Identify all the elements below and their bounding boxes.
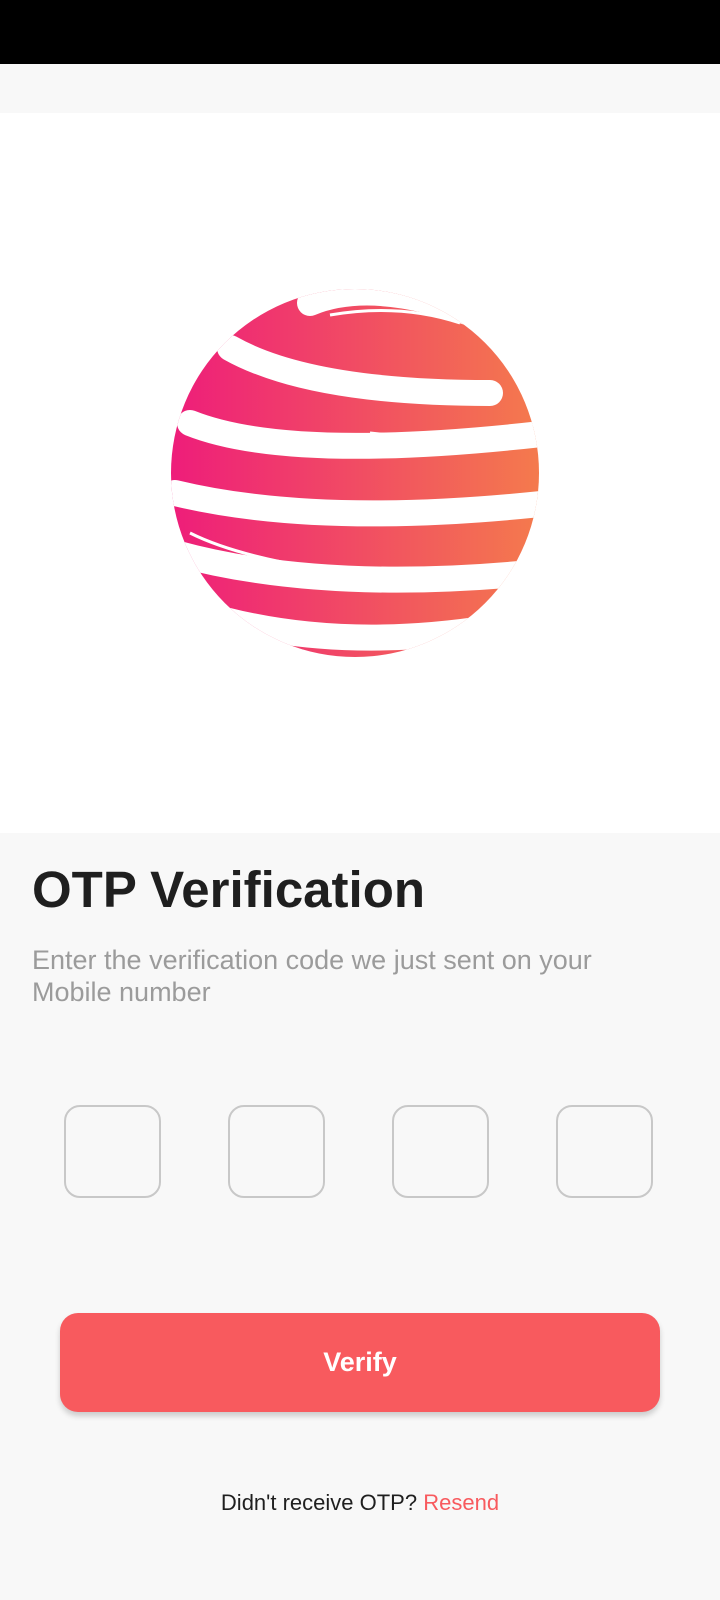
page-title: OTP Verification: [32, 861, 426, 918]
resend-prompt: Didn't receive OTP?: [220, 1490, 418, 1515]
otp-digit-3-input[interactable]: [392, 1105, 489, 1198]
otp-digit-2-input[interactable]: [228, 1105, 325, 1198]
verify-button[interactable]: Verify: [60, 1313, 660, 1412]
otp-digit-1-input[interactable]: [64, 1105, 161, 1198]
otp-input-group: [64, 1105, 656, 1200]
resend-link[interactable]: Resend: [423, 1490, 499, 1515]
status-bar: [0, 0, 720, 64]
logo-banner: [0, 113, 720, 833]
resend-row: Didn't receive OTP? Resend: [0, 1490, 720, 1516]
otp-digit-4-input[interactable]: [556, 1105, 653, 1198]
striped-globe-logo-icon: [170, 283, 550, 663]
page-subtitle: Enter the verification code we just sent…: [32, 945, 592, 1007]
app-bar: [0, 64, 720, 113]
